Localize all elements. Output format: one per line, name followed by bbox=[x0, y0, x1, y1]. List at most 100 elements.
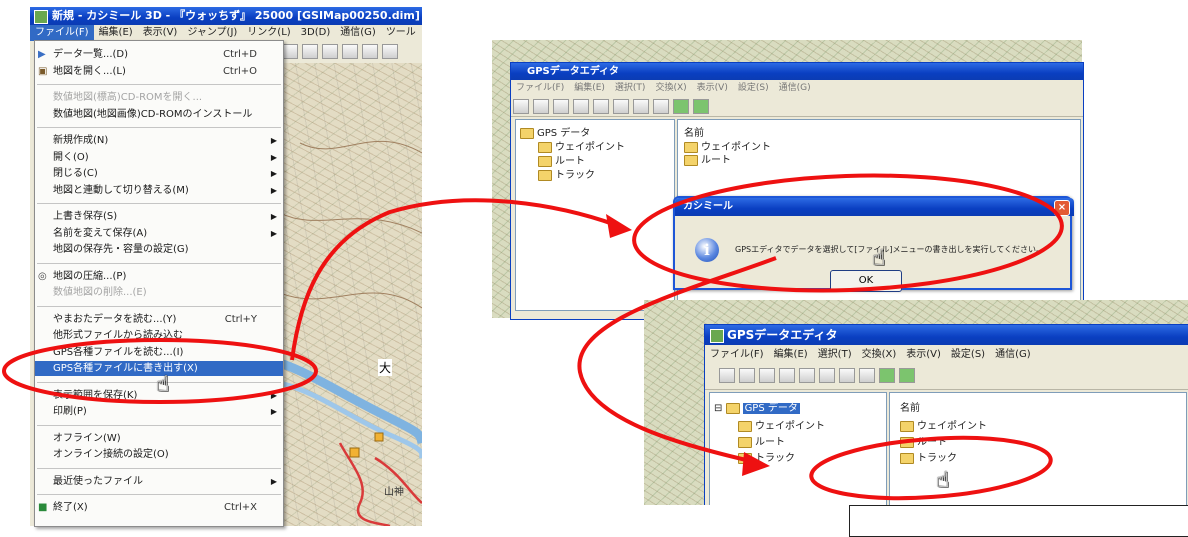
menu-comm[interactable]: 通信(G) bbox=[335, 25, 381, 41]
message-dialog: カシミール × i GPSエディタでデータを選択して[ファイル]メニューの書き出… bbox=[673, 196, 1074, 292]
toolbar-button[interactable] bbox=[302, 44, 318, 59]
toolbar-button[interactable] bbox=[282, 44, 298, 59]
toolbar-button[interactable] bbox=[362, 44, 378, 59]
menu-tools[interactable]: ツール bbox=[381, 25, 421, 41]
menu-view[interactable]: 表示(V) bbox=[138, 25, 183, 41]
file-menu-item[interactable]: GPS各種ファイルを読む...(I) bbox=[35, 345, 283, 360]
gps-bottom-menu-comm[interactable]: 通信(G) bbox=[990, 346, 1036, 364]
file-menu-item[interactable]: 閉じる(C) ▶ bbox=[35, 166, 283, 181]
list-header[interactable]: 名前 bbox=[684, 124, 704, 139]
tree-track[interactable]: トラック bbox=[538, 166, 595, 181]
tree-route[interactable]: ルート bbox=[738, 433, 785, 448]
file-menu-item[interactable]: 地図と連動して切り替える(M) ▶ bbox=[35, 183, 283, 198]
toolbar-button[interactable] bbox=[513, 99, 529, 114]
gps-bottom-menu-select[interactable]: 選択(T) bbox=[813, 346, 857, 364]
file-menu-item[interactable]: ▶ データ一覧...(D) Ctrl+D bbox=[35, 47, 283, 62]
file-menu-item-label: 最近使ったファイル bbox=[53, 475, 143, 487]
toolbar-button[interactable] bbox=[613, 99, 629, 114]
hand-cursor-icon: ☝ bbox=[156, 372, 170, 397]
toolbar-button[interactable] bbox=[719, 368, 735, 383]
toolbar-button[interactable] bbox=[533, 99, 549, 114]
download-icon[interactable] bbox=[693, 99, 709, 114]
gps-top-menu-select[interactable]: 選択(T) bbox=[610, 81, 651, 95]
file-menu-item-label: 地図の圧縮...(P) bbox=[53, 270, 127, 282]
menu-3d[interactable]: 3D(D) bbox=[296, 25, 336, 41]
file-menu-item[interactable]: 他形式ファイルから読み込む bbox=[35, 328, 283, 343]
tree-track[interactable]: トラック bbox=[738, 449, 795, 464]
gps-bottom-menu-settings[interactable]: 設定(S) bbox=[946, 346, 990, 364]
hand-cursor-icon: ☝ bbox=[936, 468, 950, 493]
gps-top-menu-file[interactable]: ファイル(F) bbox=[511, 81, 569, 95]
folder-icon bbox=[684, 154, 698, 166]
file-menu-item[interactable]: 上書き保存(S) ▶ bbox=[35, 209, 283, 224]
toolbar-button[interactable] bbox=[653, 99, 669, 114]
gps-top-menu-settings[interactable]: 設定(S) bbox=[733, 81, 774, 95]
file-menu-item[interactable]: 地図の保存先・容量の設定(G) bbox=[35, 242, 283, 257]
menu-file[interactable]: ファイル(F) bbox=[30, 25, 94, 41]
main-map[interactable]: 大 山神 bbox=[280, 63, 422, 526]
gps-bottom-menu-edit[interactable]: 編集(E) bbox=[769, 346, 813, 364]
file-menu-item[interactable]: 最近使ったファイル ▶ bbox=[35, 474, 283, 489]
tree-root[interactable]: GPS データ bbox=[520, 124, 590, 139]
gps-top-menu-comm[interactable]: 通信(G) bbox=[774, 81, 816, 95]
file-menu-item[interactable]: 印刷(P) ▶ bbox=[35, 404, 283, 419]
toolbar-button[interactable] bbox=[633, 99, 649, 114]
gps-bottom-menu-file[interactable]: ファイル(F) bbox=[705, 346, 769, 364]
menu-separator bbox=[37, 262, 281, 264]
gps-bottom-menu-view[interactable]: 表示(V) bbox=[901, 346, 946, 364]
open-icon[interactable] bbox=[779, 368, 795, 383]
file-menu-item[interactable]: 開く(O) ▶ bbox=[35, 150, 283, 165]
save-icon[interactable] bbox=[593, 99, 609, 114]
file-menu-item[interactable]: 数値地図(地図画像)CD-ROMのインストール bbox=[35, 107, 283, 122]
list-header[interactable]: 名前 bbox=[900, 399, 920, 414]
paste-icon[interactable] bbox=[859, 368, 875, 383]
toolbar-button[interactable] bbox=[322, 44, 338, 59]
save-icon[interactable] bbox=[799, 368, 815, 383]
tree-root[interactable]: ⊟ GPS データ bbox=[714, 399, 800, 414]
file-menu-item[interactable]: ◎ 地図の圧縮...(P) bbox=[35, 269, 283, 284]
toolbar-button[interactable] bbox=[759, 368, 775, 383]
menu-link[interactable]: リンク(L) bbox=[242, 25, 295, 41]
upload-icon[interactable] bbox=[673, 99, 689, 114]
gps-top-menu-edit[interactable]: 編集(E) bbox=[569, 81, 610, 95]
toolbar-button[interactable] bbox=[382, 44, 398, 59]
submenu-arrow-icon: ▶ bbox=[270, 152, 277, 162]
gps-bottom-tree: ⊟ GPS データ ウェイポイント ルート トラック bbox=[709, 392, 887, 505]
file-menu-item[interactable]: ▣ 地図を開く...(L) Ctrl+O bbox=[35, 64, 283, 79]
upload-icon[interactable] bbox=[879, 368, 895, 383]
toolbar-button[interactable] bbox=[739, 368, 755, 383]
file-menu-item[interactable]: オンライン接続の設定(O) bbox=[35, 447, 283, 462]
file-menu-item[interactable]: 新規作成(N) ▶ bbox=[35, 133, 283, 148]
gps-editor-top-title: GPSデータエディタ bbox=[511, 63, 1083, 80]
list-item[interactable]: ルート bbox=[900, 433, 947, 448]
list-item[interactable]: ウェイポイント bbox=[900, 417, 987, 432]
download-icon[interactable] bbox=[899, 368, 915, 383]
menu-edit[interactable]: 編集(E) bbox=[94, 25, 138, 41]
gps-bottom-menu-exchange[interactable]: 交換(X) bbox=[857, 346, 902, 364]
main-window-title: 新規 - カシミール 3D - 『ウォッちず』 25000 [GSIMap002… bbox=[30, 7, 422, 25]
cut-icon[interactable] bbox=[819, 368, 835, 383]
list-item[interactable]: トラック bbox=[900, 449, 957, 464]
gps-top-menu-exchange[interactable]: 交換(X) bbox=[650, 81, 691, 95]
gps-top-menu-view[interactable]: 表示(V) bbox=[692, 81, 733, 95]
copy-icon[interactable] bbox=[839, 368, 855, 383]
tree-route[interactable]: ルート bbox=[538, 152, 585, 167]
close-icon[interactable]: × bbox=[1054, 200, 1070, 216]
gps-editor-bottom-toolbar bbox=[705, 365, 1188, 390]
tree-waypoint[interactable]: ウェイポイント bbox=[538, 138, 625, 153]
tree-waypoint[interactable]: ウェイポイント bbox=[738, 417, 825, 432]
file-menu-item[interactable]: 名前を変えて保存(A) ▶ bbox=[35, 226, 283, 241]
file-menu-item[interactable]: ■ 終了(X) Ctrl+X bbox=[35, 500, 283, 515]
toolbar-button[interactable] bbox=[553, 99, 569, 114]
toolbar-button[interactable] bbox=[342, 44, 358, 59]
menu-separator bbox=[37, 305, 281, 307]
file-menu-shortcut: Ctrl+Y bbox=[224, 313, 257, 325]
ok-button[interactable]: OK bbox=[830, 270, 902, 292]
toolbar-button[interactable] bbox=[573, 99, 589, 114]
file-menu-item[interactable]: オフライン(W) bbox=[35, 431, 283, 446]
list-item[interactable]: ルート bbox=[684, 151, 731, 166]
folder-icon bbox=[538, 169, 552, 181]
file-menu-item[interactable]: やまおたデータを読む...(Y) Ctrl+Y bbox=[35, 312, 283, 327]
file-menu-item-label: 数値地図(標高)CD-ROMを開く... bbox=[53, 92, 203, 103]
menu-jump[interactable]: ジャンプ(J) bbox=[182, 25, 242, 41]
